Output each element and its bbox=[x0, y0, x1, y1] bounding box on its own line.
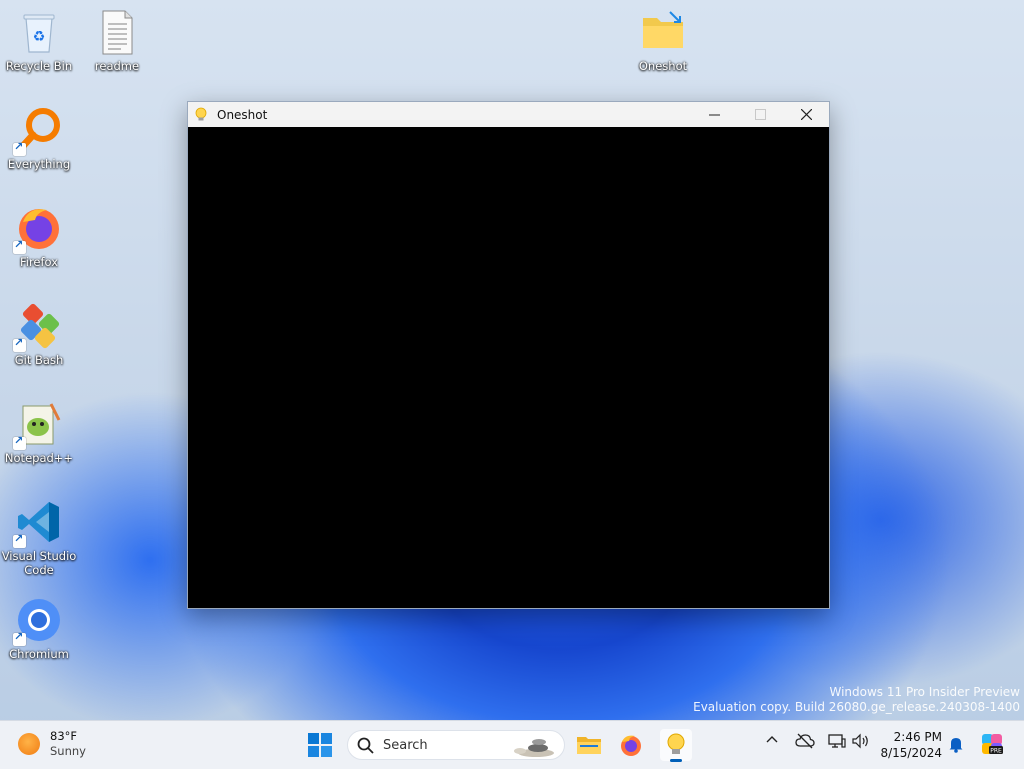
vscode-icon bbox=[13, 498, 63, 548]
copilot-icon: PRE bbox=[982, 734, 1003, 755]
copilot-button[interactable]: PRE bbox=[980, 732, 1004, 760]
desktop-icon-firefox[interactable]: Firefox bbox=[0, 204, 78, 269]
start-button[interactable] bbox=[307, 732, 333, 758]
desktop-icon-git-bash[interactable]: Git Bash bbox=[0, 302, 78, 367]
speaker-icon bbox=[852, 733, 868, 749]
stones-search-highlight-icon bbox=[514, 739, 554, 757]
weather-widget[interactable]: 83°F Sunny bbox=[18, 729, 86, 759]
desktop-icon-oneshot-folder[interactable]: Oneshot bbox=[624, 8, 702, 73]
git-bash-icon bbox=[13, 302, 63, 352]
desktop-icon-recycle-bin[interactable]: ♻ Recycle Bin bbox=[0, 8, 78, 73]
taskbar-oneshot[interactable] bbox=[660, 729, 692, 762]
window-title: Oneshot bbox=[217, 107, 268, 122]
desktop-icon-label: Chromium bbox=[9, 647, 69, 661]
chromium-icon bbox=[13, 596, 63, 646]
search-placeholder: Search bbox=[383, 738, 428, 753]
taskbar-firefox[interactable] bbox=[615, 729, 647, 761]
weather-condition: Sunny bbox=[50, 744, 86, 758]
text-file-icon bbox=[93, 8, 141, 56]
start-icon bbox=[308, 733, 332, 757]
desktop-icon-label: Firefox bbox=[19, 255, 59, 269]
shortcut-arrow-icon bbox=[13, 630, 26, 646]
everything-search-icon bbox=[13, 106, 63, 156]
volume-tray[interactable] bbox=[851, 733, 871, 753]
recycle-bin-icon: ♻ bbox=[15, 8, 63, 56]
watermark-line-2: Evaluation copy. Build 26080.ge_release.… bbox=[693, 700, 1020, 714]
chevron-up-icon bbox=[766, 736, 778, 743]
desktop-icon-vscode[interactable]: Visual Studio Code bbox=[0, 498, 78, 577]
shortcut-arrow-icon bbox=[13, 434, 26, 450]
firefox-icon bbox=[621, 735, 641, 756]
notepadpp-icon bbox=[13, 400, 63, 450]
desktop-icon-readme[interactable]: readme bbox=[78, 8, 156, 73]
search-icon bbox=[357, 737, 374, 754]
evaluation-watermark: Windows 11 Pro Insider Preview Evaluatio… bbox=[693, 685, 1020, 715]
network-icon bbox=[828, 734, 846, 748]
close-icon bbox=[800, 109, 812, 120]
taskbar: 83°F Sunny Search 2:46 PM 8/15/2024 PRE bbox=[0, 720, 1024, 769]
sun-icon bbox=[18, 733, 40, 755]
close-button[interactable] bbox=[783, 102, 829, 127]
shortcut-arrow-icon bbox=[13, 336, 26, 352]
window-titlebar[interactable]: Oneshot bbox=[188, 102, 829, 127]
desktop-icon-chromium[interactable]: Chromium bbox=[0, 596, 78, 661]
minimize-button[interactable] bbox=[691, 102, 737, 127]
lightbulb-icon bbox=[195, 107, 207, 120]
notifications-button[interactable] bbox=[948, 735, 964, 757]
firefox-icon bbox=[13, 204, 63, 254]
clock-date: 8/15/2024 bbox=[880, 746, 942, 760]
desktop-icon-label: Notepad++ bbox=[4, 451, 74, 465]
window-controls bbox=[691, 102, 829, 127]
maximize-button[interactable] bbox=[737, 102, 783, 127]
desktop-icon-label: Everything bbox=[7, 157, 71, 171]
maximize-icon bbox=[754, 109, 766, 120]
clock-time: 2:46 PM bbox=[893, 730, 942, 744]
file-explorer-icon bbox=[577, 737, 601, 754]
desktop-icon-label: Git Bash bbox=[14, 353, 64, 367]
shortcut-arrow-icon bbox=[13, 238, 26, 254]
folder-icon bbox=[639, 8, 687, 56]
network-tray[interactable] bbox=[828, 733, 846, 753]
taskbar-search-box[interactable]: Search bbox=[347, 730, 565, 760]
svg-text:♻: ♻ bbox=[33, 29, 46, 45]
desktop-icon-label: Visual Studio Code bbox=[1, 549, 77, 577]
weather-temp: 83°F bbox=[50, 729, 77, 743]
bell-icon bbox=[949, 738, 963, 753]
taskbar-file-explorer[interactable] bbox=[573, 729, 605, 761]
oneshot-window[interactable]: Oneshot bbox=[187, 101, 830, 609]
desktop-icon-label: Oneshot bbox=[638, 59, 688, 73]
shortcut-arrow-icon bbox=[13, 532, 26, 548]
show-hidden-icons-button[interactable] bbox=[765, 732, 779, 750]
lightbulb-icon bbox=[667, 733, 685, 754]
svg-text:PRE: PRE bbox=[990, 748, 1002, 755]
desktop-icon-everything[interactable]: Everything bbox=[0, 106, 78, 171]
onedrive-tray[interactable] bbox=[795, 733, 815, 753]
window-client-area[interactable] bbox=[188, 127, 829, 608]
cloud-offline-icon bbox=[795, 733, 815, 749]
minimize-icon bbox=[708, 114, 720, 116]
desktop-icon-notepadpp[interactable]: Notepad++ bbox=[0, 400, 78, 465]
watermark-line-1: Windows 11 Pro Insider Preview bbox=[829, 685, 1020, 699]
desktop-icon-label: readme bbox=[94, 59, 140, 73]
taskbar-clock[interactable]: 2:46 PM 8/15/2024 bbox=[880, 729, 942, 761]
desktop-icon-label: Recycle Bin bbox=[5, 59, 73, 73]
active-app-indicator bbox=[670, 759, 682, 762]
shortcut-arrow-icon bbox=[13, 140, 26, 156]
